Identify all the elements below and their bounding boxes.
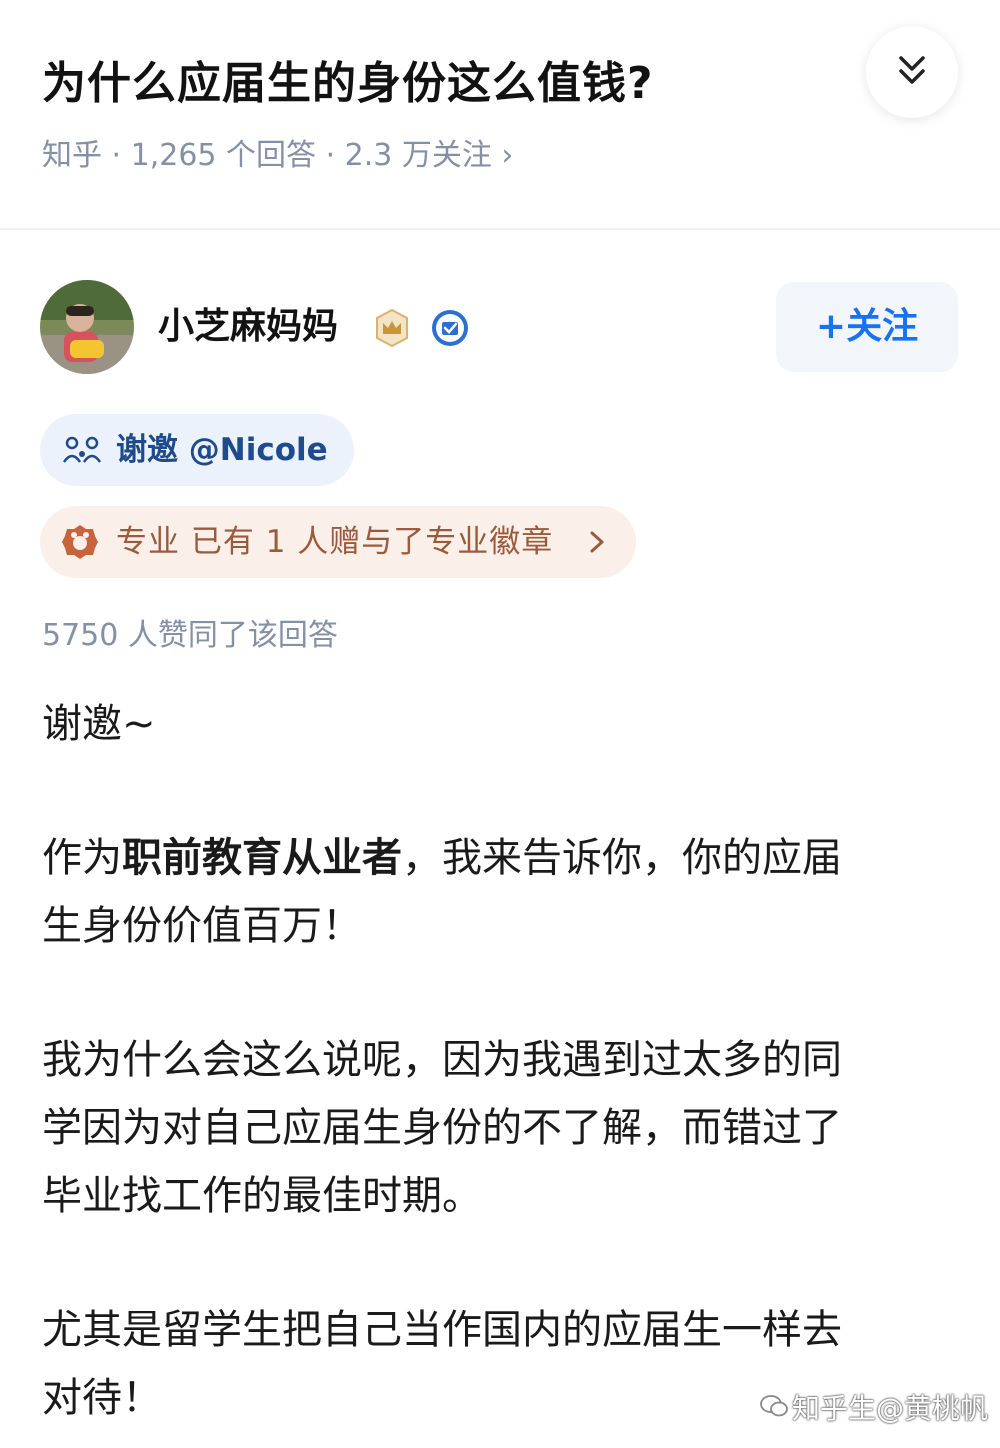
pro-badge-pill[interactable]: 专业 已有 1 人赠与了专业徽章 bbox=[40, 506, 636, 578]
answer-line: 学因为对自己应届生身份的不了解，而错过了 bbox=[42, 1105, 842, 1151]
question-meta[interactable]: 知乎 · 1,265 个回答 · 2.3 万关注 › bbox=[42, 136, 513, 176]
answer-line: 毕业找工作的最佳时期。 bbox=[42, 1173, 482, 1219]
verified-badge-icon[interactable] bbox=[430, 308, 470, 348]
bold-phrase: 职前教育从业者 bbox=[122, 835, 402, 881]
vote-count: 5750 人赞同了该回答 bbox=[42, 618, 338, 653]
avatar[interactable] bbox=[40, 280, 134, 374]
answer-content: 谢邀~ 作为职前教育从业者，我来告诉你，你的应届 生身份价值百万！ 我为什么会这… bbox=[42, 690, 942, 1432]
watermark-text: 知乎生@黄桃帆 bbox=[792, 1392, 989, 1425]
answer-line: 生身份价值百万！ bbox=[42, 903, 362, 949]
invite-pill[interactable]: 谢邀 @Nicole bbox=[40, 414, 354, 486]
header-divider bbox=[0, 228, 1000, 230]
answer-paragraph: 谢邀~ bbox=[42, 701, 156, 747]
pro-badge-icon bbox=[62, 525, 98, 559]
double-chevron-down-icon bbox=[899, 56, 925, 84]
pro-badge-text: 专业 已有 1 人赠与了专业徽章 bbox=[116, 524, 554, 560]
invite-people-icon bbox=[62, 436, 102, 463]
answer-paragraph: 我为什么会这么说呢，因为我遇到过太多的同 bbox=[42, 1037, 842, 1083]
question-header: 为什么应届生的身份这么值钱? 知乎 · 1,265 个回答 · 2.3 万关注 … bbox=[0, 0, 1000, 228]
answer-paragraph: 作为职前教育从业者，我来告诉你，你的应届 bbox=[42, 835, 842, 881]
question-title[interactable]: 为什么应届生的身份这么值钱? bbox=[42, 52, 654, 116]
answer-paragraph: 尤其是留学生把自己当作国内的应届生一样去 bbox=[42, 1307, 842, 1353]
author-name[interactable]: 小芝麻妈妈 bbox=[158, 300, 338, 354]
invite-text: 谢邀 @Nicole bbox=[116, 432, 328, 468]
follow-button[interactable]: +关注 bbox=[776, 282, 958, 372]
collapse-button[interactable] bbox=[866, 26, 958, 118]
wechat-icon bbox=[760, 1395, 788, 1417]
crown-badge-icon[interactable] bbox=[372, 308, 412, 348]
chevron-right-icon bbox=[590, 531, 604, 553]
